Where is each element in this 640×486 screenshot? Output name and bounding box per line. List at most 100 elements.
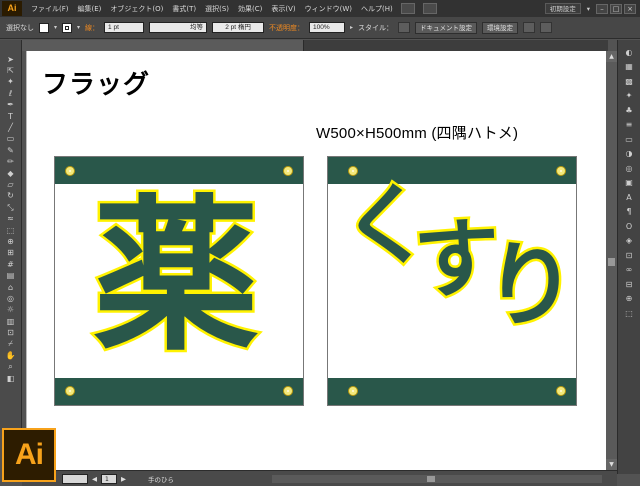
current-tool-label: 手のひら	[148, 475, 174, 484]
menu-view[interactable]: 表示(V)	[271, 4, 295, 14]
document-setup-button[interactable]: ドキュメント設定	[415, 21, 478, 34]
vertical-scrollbar[interactable]: ▲ ▼	[606, 51, 617, 470]
menu-file[interactable]: ファイル(F)	[31, 4, 69, 14]
arrange-documents-icon[interactable]	[422, 3, 437, 14]
minimize-icon[interactable]: –	[596, 3, 608, 14]
flag-band-bottom	[328, 378, 576, 405]
next-artboard-icon[interactable]: ▶	[121, 475, 126, 483]
opacity-label[interactable]: 不透明度：	[269, 23, 304, 33]
pathfinder-icon[interactable]: ⊕	[622, 293, 636, 305]
free-transform-tool-icon[interactable]: ⬚	[4, 225, 18, 236]
preferences-button[interactable]: 環境設定	[482, 21, 519, 34]
blob-brush-tool-icon[interactable]: ◆	[4, 168, 18, 179]
pencil-tool-icon[interactable]: ✏	[4, 157, 18, 168]
document-tab[interactable]	[22, 40, 304, 51]
scroll-thumb[interactable]	[608, 258, 615, 266]
maximize-icon[interactable]: □	[610, 3, 622, 14]
swatches-icon[interactable]: ▩	[622, 75, 636, 87]
flag-kanji[interactable]: 薬	[54, 156, 304, 406]
align-panel-icon[interactable]: ⊟	[622, 278, 636, 290]
panel-menu-icon[interactable]	[540, 22, 553, 33]
type-tool-icon[interactable]: T	[4, 111, 18, 122]
opentype-icon[interactable]: O	[622, 220, 636, 232]
pen-tool-icon[interactable]: ✒	[4, 100, 18, 111]
eraser-tool-icon[interactable]: ▱	[4, 179, 18, 190]
bridge-icon[interactable]	[400, 3, 415, 14]
chevron-down-icon[interactable]: ▾	[77, 24, 80, 31]
menu-help[interactable]: ヘルプ(H)	[361, 4, 393, 14]
paintbrush-tool-icon[interactable]: ✎	[4, 145, 18, 156]
menu-effect[interactable]: 効果(C)	[238, 4, 262, 14]
stroke-panel-icon[interactable]: ≡	[622, 119, 636, 131]
workspace-label[interactable]: 初期設定	[544, 3, 581, 14]
rectangle-tool-icon[interactable]: ▭	[4, 134, 18, 145]
workspace-switcher[interactable]: 初期設定 ▾	[544, 3, 590, 14]
symbols-icon[interactable]: ♣	[622, 104, 636, 116]
graphic-styles-icon[interactable]: ▣	[622, 177, 636, 189]
transform-icon[interactable]: ⬚	[622, 307, 636, 319]
column-graph-tool-icon[interactable]: ▥	[4, 316, 18, 327]
menu-object[interactable]: オブジェクト(O)	[110, 4, 163, 14]
artboards-icon[interactable]: ⊡	[622, 249, 636, 261]
brushes-icon[interactable]: ✦	[622, 90, 636, 102]
stroke-weight-field[interactable]: 1 pt	[104, 22, 145, 33]
blend-tool-icon[interactable]: ◎	[4, 293, 18, 304]
artboard-tool-icon[interactable]: ⊡	[4, 327, 18, 338]
hand-tool-icon[interactable]: ✋	[4, 350, 18, 361]
symbol-sprayer-tool-icon[interactable]: ☼	[4, 305, 18, 316]
gradient-panel-icon[interactable]: ▭	[622, 133, 636, 145]
line-tool-icon[interactable]: ╱	[4, 122, 18, 133]
lasso-tool-icon[interactable]: ℓ	[4, 88, 18, 99]
shape-builder-tool-icon[interactable]: ⊕	[4, 236, 18, 247]
zoom-field[interactable]	[62, 473, 88, 484]
eyedropper-tool-icon[interactable]: ⌂	[4, 282, 18, 293]
grommet-icon	[283, 386, 293, 396]
gradient-tool-icon[interactable]: ▤	[4, 270, 18, 281]
first-artboard-icon[interactable]: ◀	[92, 475, 97, 483]
color-guide-icon[interactable]: ▦	[622, 61, 636, 73]
selection-tool-icon[interactable]: ➤	[4, 54, 18, 65]
fill-swatch[interactable]	[39, 22, 49, 33]
perspective-grid-tool-icon[interactable]: ⊞	[4, 248, 18, 259]
scroll-thumb[interactable]	[427, 476, 435, 482]
close-icon[interactable]: ×	[624, 3, 636, 14]
stroke-label[interactable]: 線：	[85, 23, 99, 33]
scroll-up-icon[interactable]: ▲	[606, 51, 617, 62]
graphic-style-swatch[interactable]	[398, 22, 411, 33]
zoom-tool-icon[interactable]: ⌕	[4, 362, 18, 373]
stroke-profile-select[interactable]: 均等	[149, 22, 208, 33]
stroke-swatch[interactable]	[62, 22, 73, 33]
horizontal-scrollbar[interactable]	[272, 475, 602, 483]
chevron-down-icon: ▾	[586, 4, 590, 13]
menu-type[interactable]: 書式(T)	[172, 4, 196, 14]
direct-selection-tool-icon[interactable]: ⇱	[4, 65, 18, 76]
brush-definition-select[interactable]: 2 pt 楕円	[212, 22, 265, 33]
scale-tool-icon[interactable]: ⤡	[4, 202, 18, 213]
opacity-field[interactable]: 100%	[309, 22, 346, 33]
scroll-down-icon[interactable]: ▼	[606, 459, 617, 470]
menu-window[interactable]: ウィンドウ(W)	[305, 4, 352, 14]
chevron-down-icon[interactable]: ▾	[54, 24, 57, 31]
layers-icon[interactable]: ◈	[622, 235, 636, 247]
align-icon[interactable]	[523, 22, 536, 33]
color-panel-icon[interactable]: ◐	[622, 46, 636, 58]
flag-kana[interactable]: く す り	[327, 156, 582, 406]
chevron-right-icon[interactable]: ▸	[350, 24, 353, 31]
slice-tool-icon[interactable]: ⌿	[4, 339, 18, 350]
rotate-tool-icon[interactable]: ↻	[4, 191, 18, 202]
artboard-number-field[interactable]: 1	[101, 473, 117, 484]
app-logo-large: Ai	[2, 428, 56, 482]
links-icon[interactable]: ∞	[622, 264, 636, 276]
menu-edit[interactable]: 編集(E)	[78, 4, 102, 14]
paragraph-icon[interactable]: ¶	[622, 206, 636, 218]
appearance-icon[interactable]: ◎	[622, 162, 636, 174]
fill-stroke-icon[interactable]: ◧	[4, 373, 18, 384]
character-icon[interactable]: A	[622, 191, 636, 203]
warp-tool-icon[interactable]: ≈	[4, 213, 18, 224]
magic-wand-tool-icon[interactable]: ✦	[4, 77, 18, 88]
menu-select[interactable]: 選択(S)	[205, 4, 229, 14]
mesh-tool-icon[interactable]: #	[4, 259, 18, 270]
document-tab-bar	[22, 40, 608, 51]
transparency-icon[interactable]: ◑	[622, 148, 636, 160]
style-label: スタイル：	[358, 23, 394, 32]
